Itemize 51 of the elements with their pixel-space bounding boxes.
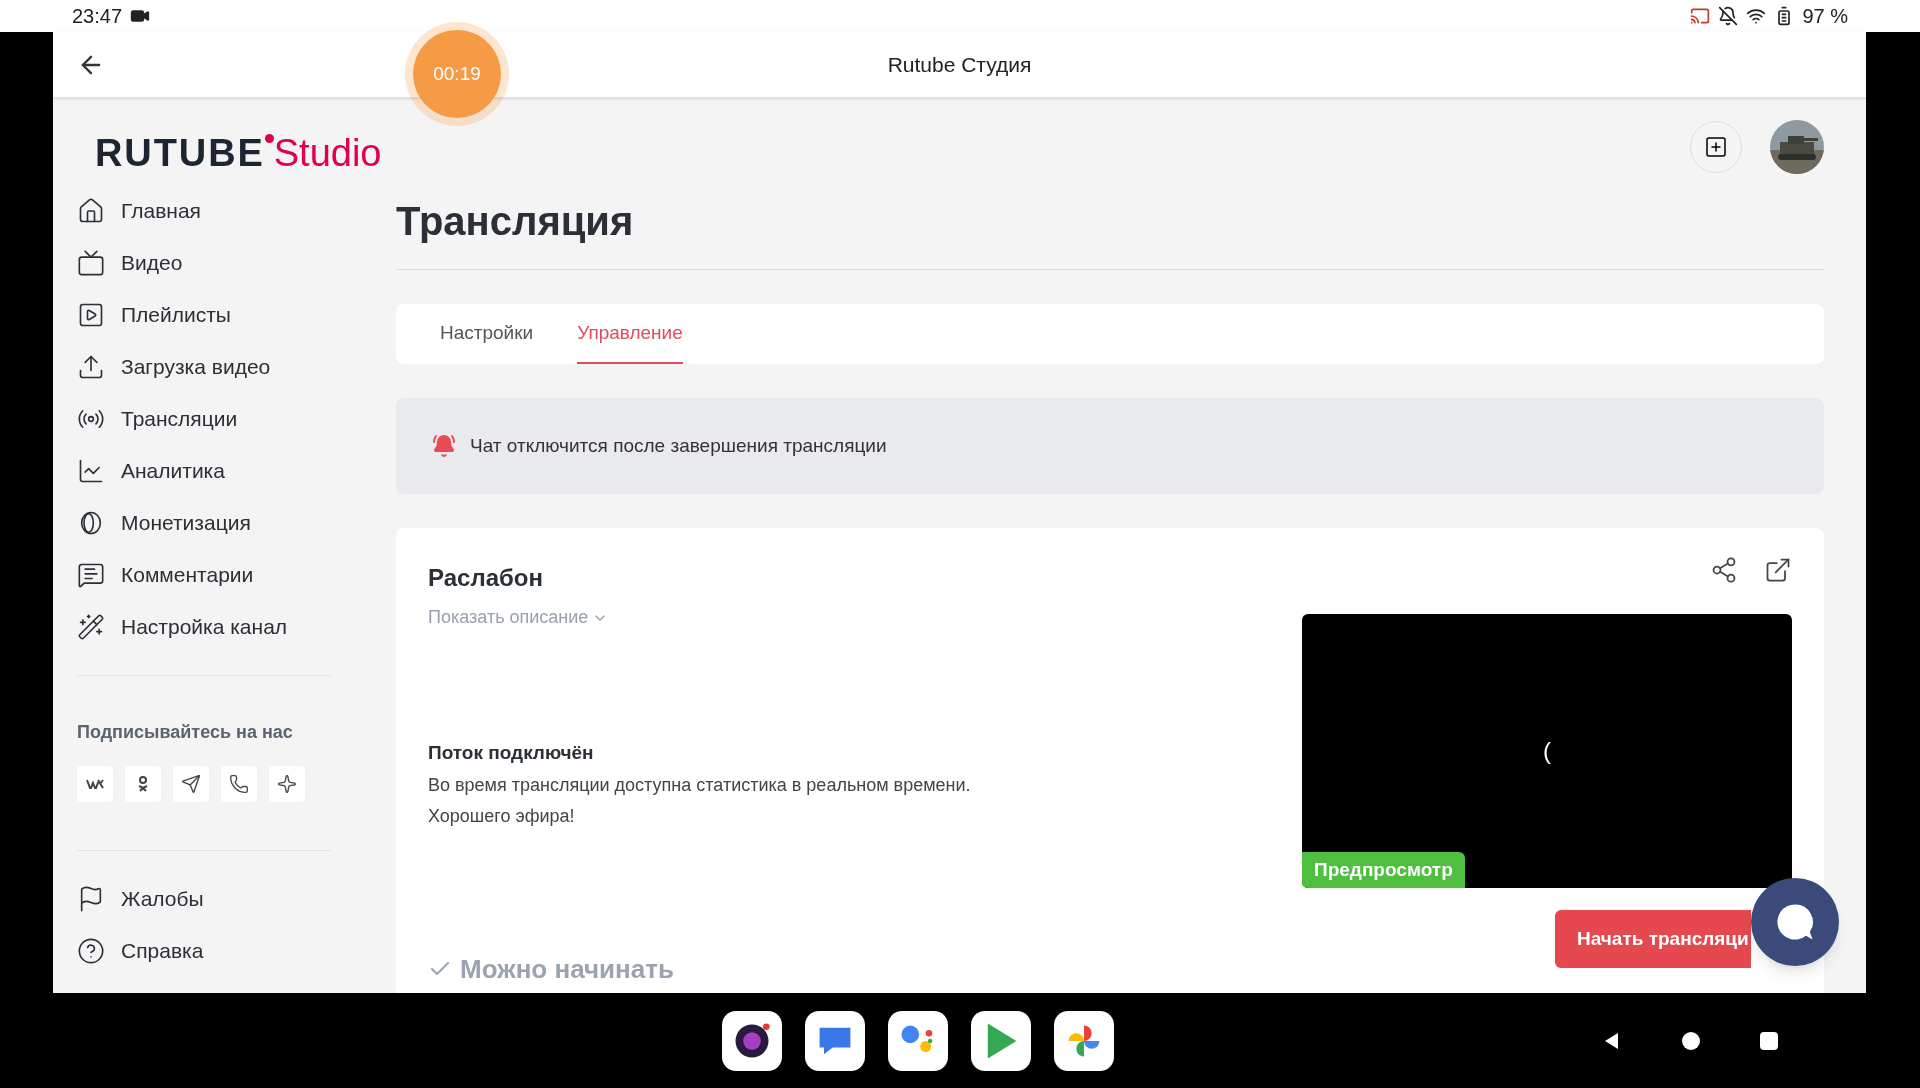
sidebar-item[interactable]: Комментарии <box>53 549 355 601</box>
external-link-icon[interactable] <box>1764 556 1792 584</box>
preview-glyph: ( <box>1543 736 1551 766</box>
sidebar-item[interactable]: Загрузка видео <box>53 341 355 393</box>
sidebar-item[interactable]: Справка <box>53 925 355 977</box>
sparkle-icon[interactable] <box>269 766 305 802</box>
messages-app-icon[interactable] <box>805 1010 865 1071</box>
tab[interactable]: Управление <box>577 304 683 364</box>
home-icon <box>77 197 105 225</box>
page-title: Трансляция <box>396 201 635 241</box>
tab[interactable]: Настройки <box>440 304 534 364</box>
comment-icon <box>77 561 105 589</box>
sidebar-item[interactable]: Аналитика <box>53 445 355 497</box>
sidebar-item[interactable]: Трансляции <box>53 393 355 445</box>
logo[interactable]: RUTUBE Studio <box>95 128 382 178</box>
home-nav-icon[interactable] <box>1682 1031 1700 1050</box>
stream-title: Раслабон <box>428 563 544 593</box>
follow-title: Подписывайтесь на нас <box>76 721 294 744</box>
sidebar-item[interactable]: Монетизация <box>53 497 355 549</box>
play-store-icon[interactable] <box>971 1010 1031 1071</box>
cast-icon <box>1690 6 1711 26</box>
status-title: Поток подключён <box>428 741 595 765</box>
help-icon <box>77 937 105 965</box>
app-title: Rutube Студия <box>887 51 1032 78</box>
wand-icon <box>77 613 105 641</box>
sidebar-item[interactable]: Настройка канал <box>53 601 355 653</box>
assistant-app-icon[interactable] <box>888 1010 948 1071</box>
bell-icon <box>432 434 456 458</box>
status-time: 23:47 <box>72 4 123 29</box>
battery-level: 97 % <box>1802 4 1848 29</box>
preview-badge: Предпросмотр <box>1302 851 1465 888</box>
camera-app-icon[interactable] <box>722 1010 782 1071</box>
photos-app-icon[interactable] <box>1054 1010 1114 1071</box>
mute-icon <box>1718 6 1739 26</box>
sidebar-item[interactable]: Видео <box>53 237 355 289</box>
sidebar-item[interactable]: Жалобы <box>53 873 355 925</box>
recents-nav-icon[interactable] <box>1760 1031 1778 1050</box>
plus-icon <box>1704 135 1728 159</box>
upload-icon <box>77 353 105 381</box>
sidebar-item[interactable]: Плейлисты <box>53 289 355 341</box>
start-stream-button[interactable]: Начать трансляци <box>1555 910 1751 968</box>
play-square-icon <box>77 301 105 329</box>
wifi-icon <box>1746 6 1767 26</box>
chart-icon <box>77 457 105 485</box>
sidebar-item[interactable]: Главная <box>53 185 355 237</box>
status-text: Во время трансляции доступна статистика в реальном времени. <box>428 773 972 797</box>
tv-icon <box>77 249 105 277</box>
alert-text: Чат отключится после завершения трансляции <box>470 433 887 458</box>
share-icon[interactable] <box>1710 556 1738 584</box>
status-text: Хорошего эфира! <box>428 804 576 828</box>
ready-label: Можно начинать <box>460 952 674 986</box>
